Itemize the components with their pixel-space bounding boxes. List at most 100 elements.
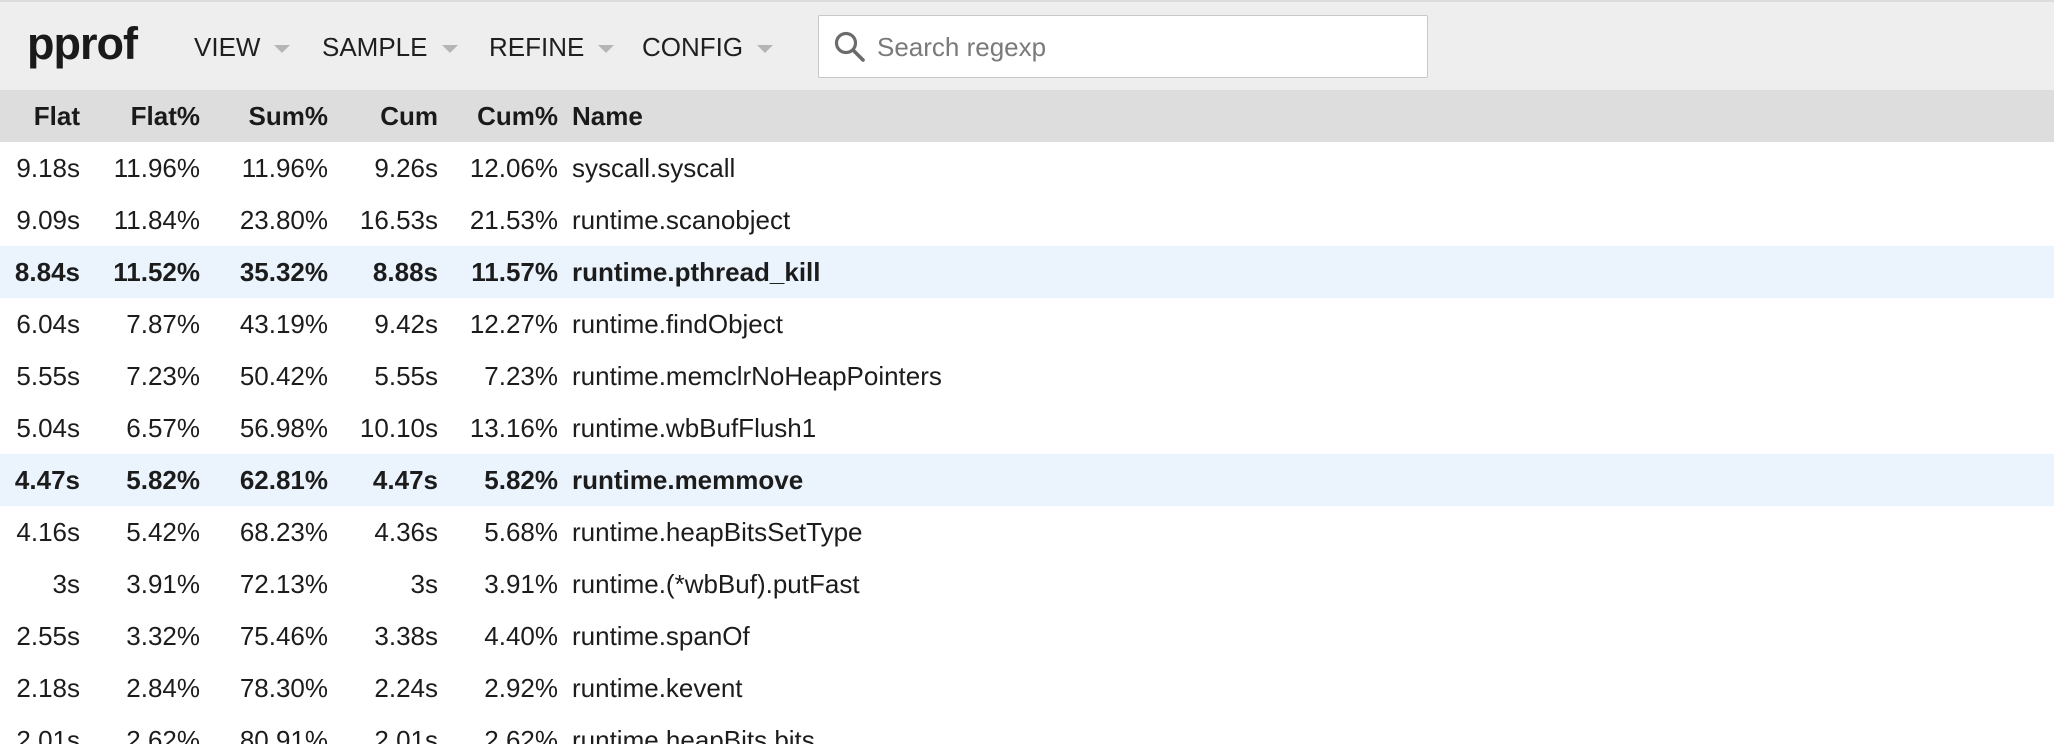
cell-cum: 9.26s <box>374 152 438 183</box>
cell-sum-pct: 35.32% <box>239 256 328 287</box>
caret-down-icon <box>757 44 774 53</box>
cell-flat: 4.16s <box>16 516 80 547</box>
caret-down-icon <box>598 44 615 53</box>
cell-cum-pct: 13.16% <box>469 412 558 443</box>
cell-cum-pct: 3.91% <box>484 568 558 599</box>
menu-refine[interactable]: REFINE <box>489 32 615 63</box>
cell-sum-pct: 78.30% <box>239 672 328 703</box>
cell-cum: 9.42s <box>374 308 438 339</box>
cell-flat: 3s <box>52 568 80 599</box>
cell-cum-pct: 2.62% <box>484 724 558 744</box>
cell-flat-pct: 3.91% <box>126 568 200 599</box>
column-header-name[interactable]: Name <box>558 90 2054 142</box>
menu-view-label: VIEW <box>194 32 261 62</box>
cell-sum-pct: 43.19% <box>239 308 328 339</box>
cell-flat-pct: 5.42% <box>126 516 200 547</box>
cell-flat: 9.18s <box>16 152 80 183</box>
table-row[interactable]: 9.18s 11.96% 11.96% 9.26s 12.06% syscall.sysc… <box>0 142 2054 194</box>
table-row[interactable]: 3s 3.91% 72.13% 3s 3.91% runtime.(*wbBuf).put… <box>0 558 2054 610</box>
cell-flat: 5.55s <box>16 360 80 391</box>
cell-cum: 5.55s <box>374 360 438 391</box>
table-row[interactable]: 6.04s 7.87% 43.19% 9.42s 12.27% runtime.findO… <box>0 298 2054 350</box>
cell-sum-pct: 80.91% <box>239 724 328 744</box>
toolbar: pprof VIEW SAMPLE REFINE CONFIG <box>0 0 2054 90</box>
cell-name: runtime.(*wbBuf).putFast <box>572 568 860 599</box>
cell-cum: 10.10s <box>359 412 438 443</box>
caret-down-icon <box>441 44 458 53</box>
cell-cum: 2.01s <box>374 724 438 744</box>
table-row[interactable]: 5.04s 6.57% 56.98% 10.10s 13.16% runtime.wbBu… <box>0 402 2054 454</box>
cell-name: runtime.memmove <box>572 464 804 495</box>
column-header-sum-pct[interactable]: Sum% <box>200 90 328 142</box>
app-logo[interactable]: pprof <box>27 18 138 70</box>
cell-cum: 3s <box>410 568 438 599</box>
cell-cum-pct: 21.53% <box>469 204 558 235</box>
cell-flat: 4.47s <box>14 464 80 495</box>
cell-cum-pct: 11.57% <box>471 256 558 287</box>
cell-cum-pct: 7.23% <box>484 360 558 391</box>
cell-flat-pct: 11.96% <box>113 152 200 183</box>
table-row[interactable]: 2.55s 3.32% 75.46% 3.38s 4.40% runtime.spanOf <box>0 610 2054 662</box>
cell-flat: 2.01s <box>16 724 80 744</box>
cell-name: runtime.kevent <box>572 672 743 703</box>
cell-name: runtime.findObject <box>572 308 783 339</box>
cell-cum: 4.36s <box>374 516 438 547</box>
cell-cum: 3.38s <box>374 620 438 651</box>
cell-cum-pct: 5.82% <box>484 464 558 495</box>
menu-refine-label: REFINE <box>489 32 585 62</box>
cell-cum: 8.88s <box>372 256 438 287</box>
cell-cum: 16.53s <box>359 204 438 235</box>
cell-cum-pct: 5.68% <box>484 516 558 547</box>
cell-flat-pct: 5.82% <box>126 464 200 495</box>
cell-cum: 2.24s <box>374 672 438 703</box>
cell-name: runtime.heapBits.bits <box>572 724 815 744</box>
cell-sum-pct: 68.23% <box>239 516 328 547</box>
table-row[interactable]: 4.47s 5.82% 62.81% 4.47s 5.82% runtime.memmov… <box>0 454 2054 506</box>
cell-name: runtime.spanOf <box>572 620 750 651</box>
table-row[interactable]: 5.55s 7.23% 50.42% 5.55s 7.23% runtime.memclr… <box>0 350 2054 402</box>
profile-table: Flat Flat% Sum% Cum Cum% Name 9.18s 11.96… <box>0 90 2054 744</box>
column-header-cum-pct[interactable]: Cum% <box>438 90 558 142</box>
cell-flat-pct: 6.57% <box>126 412 200 443</box>
cell-cum: 4.47s <box>372 464 438 495</box>
cell-flat-pct: 11.84% <box>113 204 200 235</box>
cell-name: syscall.syscall <box>572 152 736 183</box>
cell-name: runtime.heapBitsSetType <box>572 516 863 547</box>
cell-cum-pct: 12.06% <box>469 152 558 183</box>
menu-sample[interactable]: SAMPLE <box>322 32 458 63</box>
cell-flat: 8.84s <box>14 256 80 287</box>
cell-flat-pct: 11.52% <box>113 256 200 287</box>
cell-flat-pct: 3.32% <box>126 620 200 651</box>
cell-flat: 2.18s <box>16 672 80 703</box>
cell-sum-pct: 72.13% <box>239 568 328 599</box>
menu-config[interactable]: CONFIG <box>642 32 774 63</box>
cell-sum-pct: 62.81% <box>239 464 328 495</box>
column-header-cum[interactable]: Cum <box>328 90 438 142</box>
cell-flat: 2.55s <box>16 620 80 651</box>
cell-name: runtime.memclrNoHeapPointers <box>572 360 942 391</box>
search-input[interactable] <box>875 16 1419 79</box>
table-row[interactable]: 9.09s 11.84% 23.80% 16.53s 21.53% runtime.sca… <box>0 194 2054 246</box>
caret-down-icon <box>274 44 291 53</box>
menu-sample-label: SAMPLE <box>322 32 428 62</box>
cell-sum-pct: 50.42% <box>239 360 328 391</box>
cell-sum-pct: 56.98% <box>239 412 328 443</box>
cell-cum-pct: 4.40% <box>484 620 558 651</box>
column-header-flat-pct[interactable]: Flat% <box>80 90 200 142</box>
table-row[interactable]: 8.84s 11.52% 35.32% 8.88s 11.57% runtime.pthr… <box>0 246 2054 298</box>
search-box[interactable] <box>818 15 1428 79</box>
table-row[interactable]: 2.18s 2.84% 78.30% 2.24s 2.92% runtime.kevent <box>0 662 2054 714</box>
cell-flat-pct: 2.62% <box>126 724 200 744</box>
cell-name: runtime.wbBufFlush1 <box>572 412 817 443</box>
menu-view[interactable]: VIEW <box>194 32 291 63</box>
table-row[interactable]: 2.01s 2.62% 80.91% 2.01s 2.62% runtime.heapBi… <box>0 714 2054 744</box>
cell-name: runtime.pthread_kill <box>572 256 821 287</box>
cell-cum-pct: 2.92% <box>484 672 558 703</box>
table-row[interactable]: 4.16s 5.42% 68.23% 4.36s 5.68% runtime.heapBi… <box>0 506 2054 558</box>
cell-sum-pct: 11.96% <box>241 152 328 183</box>
cell-flat-pct: 7.23% <box>126 360 200 391</box>
search-icon <box>834 31 865 62</box>
column-header-flat[interactable]: Flat <box>0 90 80 142</box>
cell-name: runtime.scanobject <box>572 204 791 235</box>
cell-sum-pct: 23.80% <box>239 204 328 235</box>
